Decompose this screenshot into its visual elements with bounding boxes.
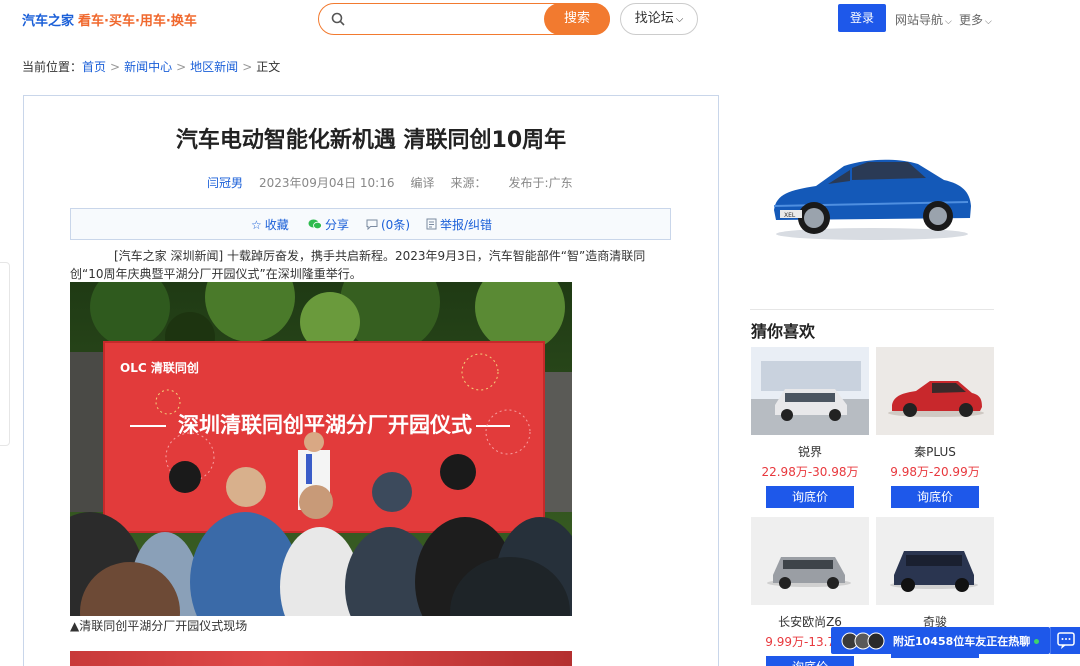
find-forum-label: 找论坛	[634, 11, 674, 26]
right-divider	[750, 309, 994, 310]
car-advert[interactable]: XEL	[768, 150, 976, 242]
chevron-down-icon: ⌵	[675, 14, 684, 25]
breadcrumb-separator: >	[242, 60, 253, 74]
online-dot-icon	[1034, 639, 1039, 644]
guess-you-like-title: 猜你喜欢	[751, 322, 816, 341]
report-button[interactable]: 举报/纠错	[426, 216, 492, 233]
breadcrumb-separator: >	[110, 60, 121, 74]
login-button[interactable]: 登录	[838, 4, 886, 32]
favorite-button[interactable]: ☆ 收藏	[251, 216, 289, 233]
wechat-icon	[308, 219, 322, 230]
logo-brand: 汽车之家	[22, 14, 75, 29]
article-card: 汽车电动智能化新机遇 清联同创10周年 闫冠男 2023年09月04日 10:16…	[23, 95, 719, 666]
photo-caption: ▲清联同创平湖分厂开园仪式现场	[70, 619, 248, 633]
nearby-chat-text: 附近10458位车友正在热聊	[893, 635, 1031, 648]
article-toolbar: ☆ 收藏 分享 (0条) 举报/纠错	[70, 208, 671, 240]
breadcrumb-current: 正文	[256, 60, 281, 74]
event-photo: OLC 清联同创 深圳清联同创平湖分厂开园仪式	[70, 282, 572, 616]
nearby-chat-bar[interactable]: 附近10458位车友正在热聊	[831, 627, 1050, 654]
comments-button[interactable]: (0条)	[366, 216, 410, 233]
article-author[interactable]: 闫冠男	[207, 176, 243, 190]
car-card-name[interactable]: 锐界	[751, 443, 869, 460]
search-icon	[331, 12, 345, 26]
site-nav-label: 网站导航	[895, 13, 944, 27]
ask-price-button[interactable]: 询底价	[766, 486, 854, 508]
more-label: 更多	[959, 13, 984, 27]
car-card-image	[876, 347, 994, 435]
photo-banner-logo: OLC 清联同创	[120, 360, 199, 375]
car-card-price: 9.98万-20.99万	[890, 465, 980, 479]
star-icon: ☆	[251, 218, 262, 232]
car-card-name[interactable]: 秦PLUS	[876, 443, 994, 460]
ask-price-button[interactable]: 询底价	[891, 486, 979, 508]
chevron-down-icon: ⌵	[985, 17, 992, 27]
car-card[interactable]: 秦PLUS 9.98万-20.99万 询底价	[876, 347, 994, 508]
breadcrumb: 当前位置：首页 > 新闻中心 > 地区新闻 > 正文	[22, 58, 280, 75]
comments-label: (0条)	[381, 218, 410, 232]
search-box: 搜索	[318, 3, 610, 35]
comment-icon	[366, 219, 378, 230]
article-meta: 闫冠男 2023年09月04日 10:16 编译 来源： 发布于:广东	[207, 174, 589, 191]
more-menu[interactable]: 更多 ⌵	[959, 11, 992, 28]
breadcrumb-prefix: 当前位置：	[22, 60, 83, 74]
find-forum-button[interactable]: 找论坛 ⌵	[620, 3, 698, 35]
article-paragraph: [汽车之家 深圳新闻] 十载踔厉奋发，携手共启新程。2023年9月3日，汽车智能…	[70, 249, 646, 281]
report-icon	[426, 218, 437, 230]
breadcrumb-home[interactable]: 首页	[82, 60, 106, 74]
second-photo	[70, 651, 572, 666]
top-header: 汽车之家 看车·买车·用车·换车 搜索 找论坛 ⌵ 登录 网站导航 ⌵ 更多 ⌵	[0, 0, 1080, 40]
photo-banner-text: 深圳清联同创平湖分厂开园仪式	[178, 413, 472, 437]
search-button[interactable]: 搜索	[544, 3, 610, 35]
chevron-down-icon: ⌵	[945, 17, 952, 27]
site-nav-menu[interactable]: 网站导航 ⌵	[895, 11, 952, 28]
car-advert-image: XEL	[773, 159, 971, 240]
share-button[interactable]: 分享	[308, 216, 349, 233]
article-published: 发布于:广东	[508, 176, 573, 190]
side-float-tab[interactable]	[0, 262, 10, 446]
article-edit-label: 编译	[410, 176, 435, 190]
search-input[interactable]	[353, 9, 543, 29]
avatars-icon	[841, 632, 885, 650]
favorite-label: 收藏	[264, 218, 289, 232]
car-card-image	[751, 347, 869, 435]
article-title: 汽车电动智能化新机遇 清联同创10周年	[175, 128, 567, 153]
event-photo-illustration: OLC 清联同创 深圳清联同创平湖分厂开园仪式	[70, 282, 572, 616]
car-card-price: 22.98万-30.98万	[761, 465, 859, 479]
ask-price-button[interactable]: 询底价	[766, 656, 854, 666]
car-card-image	[876, 517, 994, 605]
car-card-image	[751, 517, 869, 605]
article-source-label: 来源：	[450, 176, 487, 190]
logo-slogan: 看车·买车·用车·换车	[78, 14, 197, 29]
breadcrumb-regional-news[interactable]: 地区新闻	[190, 60, 238, 74]
site-logo[interactable]: 汽车之家 看车·买车·用车·换车	[22, 10, 197, 29]
article-datetime: 2023年09月04日 10:16	[259, 176, 395, 190]
breadcrumb-news-center[interactable]: 新闻中心	[124, 60, 172, 74]
car-plate: XEL	[784, 212, 796, 219]
car-card[interactable]: 锐界 22.98万-30.98万 询底价	[751, 347, 869, 508]
chat-bubble-icon[interactable]	[1050, 627, 1080, 654]
share-label: 分享	[325, 218, 350, 232]
report-label: 举报/纠错	[440, 218, 493, 232]
breadcrumb-separator: >	[176, 60, 187, 74]
